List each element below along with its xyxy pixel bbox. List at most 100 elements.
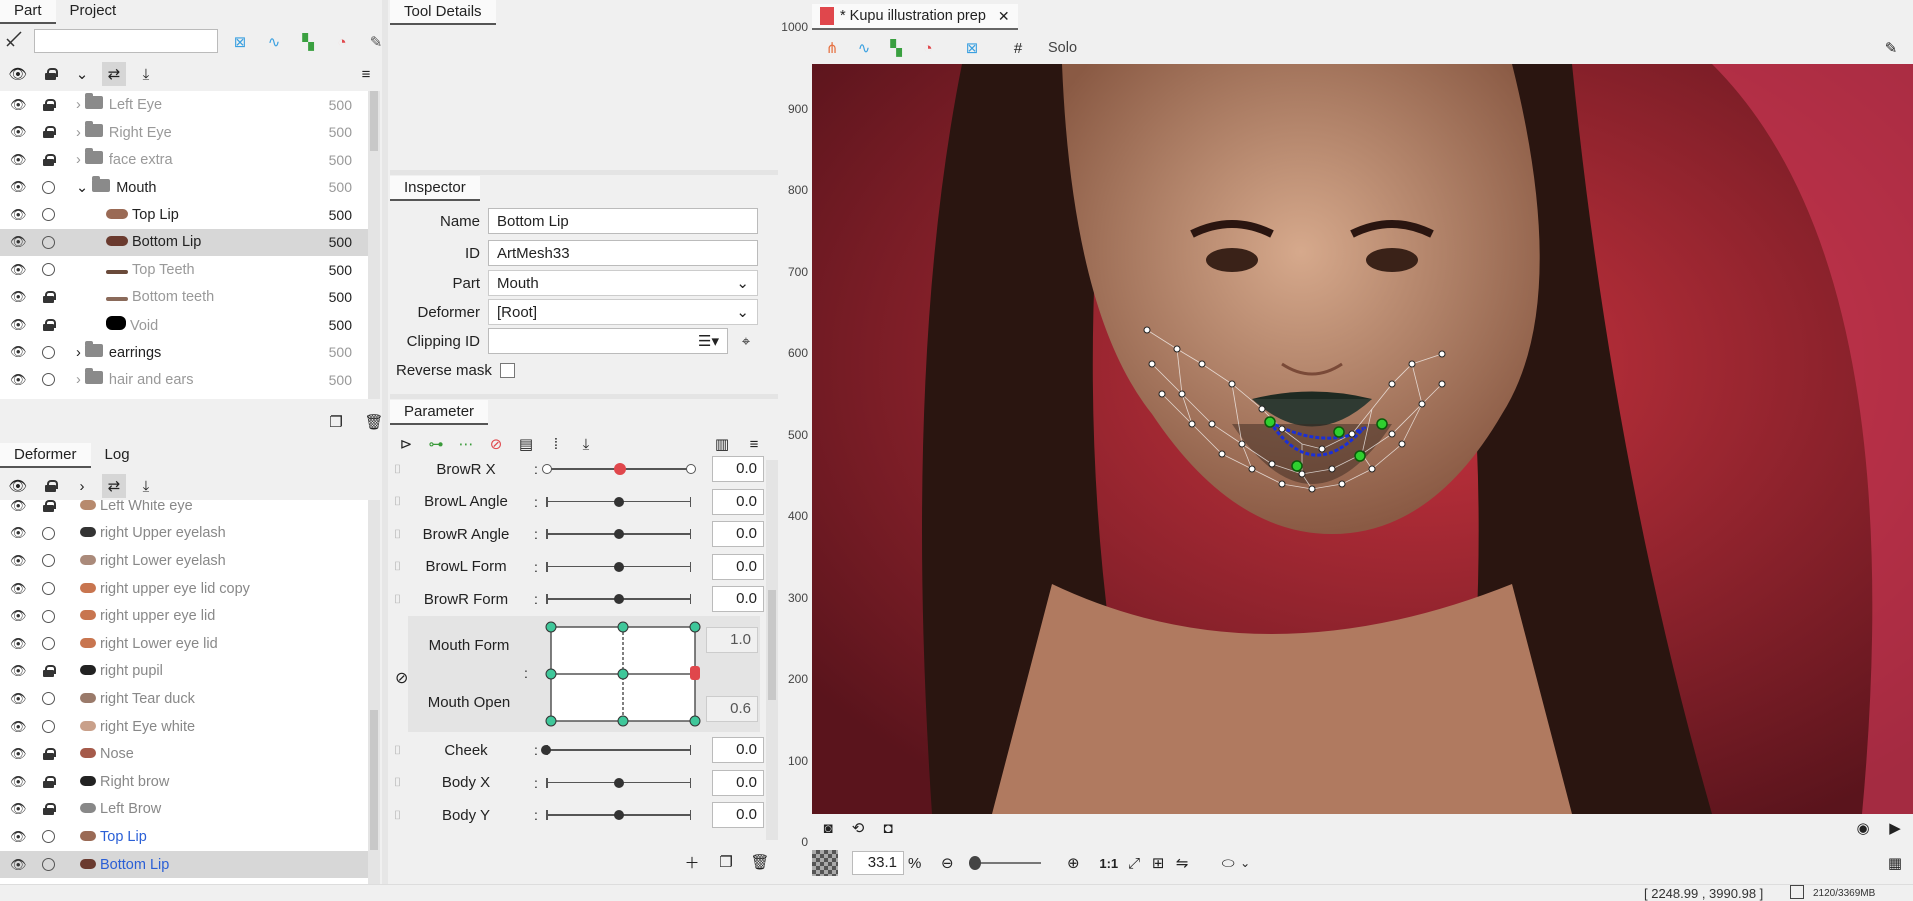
- frame-icon[interactable]: ⊞: [1146, 851, 1170, 875]
- eye-icon[interactable]: 👁: [10, 663, 27, 679]
- tab-deformer[interactable]: Deformer: [0, 443, 91, 468]
- layout-icon[interactable]: ▦: [1883, 851, 1907, 875]
- reverse-mask-checkbox[interactable]: [499, 363, 515, 378]
- chevron-right-icon[interactable]: ›: [76, 345, 81, 361]
- parameter-slider[interactable]: [546, 495, 691, 509]
- eye-icon[interactable]: 👁: [10, 372, 27, 388]
- curve-icon[interactable]: ∿: [852, 36, 876, 60]
- duplicate-icon[interactable]: ❐: [714, 850, 738, 874]
- list-item[interactable]: 👁 Void 500: [0, 311, 368, 339]
- curve-icon[interactable]: ∿: [262, 30, 286, 54]
- deformer-list-item[interactable]: 👁 Bottom Lip: [0, 850, 368, 879]
- eye-icon[interactable]: 👁: [10, 801, 27, 817]
- link-icon[interactable]: ⌷: [394, 559, 406, 574]
- mesh-overlay[interactable]: [812, 64, 1913, 814]
- eye-icon[interactable]: 👁: [10, 317, 27, 333]
- lock-icon[interactable]: [43, 319, 55, 331]
- zoom-slider[interactable]: [969, 856, 1042, 870]
- tab-log[interactable]: Log: [91, 443, 144, 468]
- tab-parameter[interactable]: Parameter: [390, 400, 489, 425]
- eye-icon[interactable]: 👁: [10, 207, 27, 223]
- deformer-list-item[interactable]: 👁 Left White eye: [0, 500, 368, 520]
- camera-icon[interactable]: ◙: [816, 816, 840, 840]
- unlock-circle-icon[interactable]: [42, 858, 55, 872]
- deformer-list-item[interactable]: 👁 right Eye white: [0, 713, 368, 741]
- tab-part[interactable]: Part: [0, 0, 56, 24]
- lock-icon[interactable]: [38, 62, 62, 86]
- lock-icon[interactable]: [43, 500, 55, 512]
- zoom-in-icon[interactable]: ⊕: [1061, 851, 1085, 875]
- link-icon[interactable]: ⌷: [394, 462, 406, 477]
- list-item[interactable]: 👁 Top Lip 500: [0, 201, 368, 229]
- actual-size-button[interactable]: 1:1: [1099, 856, 1118, 871]
- parameter-value[interactable]: 0.0: [712, 488, 764, 515]
- lock-icon[interactable]: [43, 154, 55, 166]
- unlock-circle-icon[interactable]: [42, 345, 55, 359]
- eye-icon[interactable]: 👁: [10, 636, 27, 652]
- lock-icon[interactable]: [43, 803, 55, 815]
- deformer-list-item[interactable]: 👁 right Tear duck: [0, 685, 368, 713]
- eye-icon[interactable]: 👁: [10, 179, 27, 195]
- checker-background-icon[interactable]: [812, 850, 838, 876]
- lock-icon[interactable]: [43, 776, 55, 788]
- unlock-circle-icon[interactable]: [42, 373, 55, 387]
- eye-icon[interactable]: 👁: [10, 262, 27, 278]
- export-icon[interactable]: ⤓: [134, 62, 158, 86]
- eye-icon[interactable]: 👁: [10, 857, 27, 873]
- mesh-icon[interactable]: ⊠: [960, 36, 984, 60]
- solo-toggle[interactable]: Solo: [1048, 40, 1077, 56]
- parameter-value[interactable]: 0.0: [712, 769, 764, 796]
- list-dropdown-icon[interactable]: ☰▾: [698, 332, 719, 350]
- bone-icon[interactable]: ⋔: [820, 36, 844, 60]
- deformer-list-item[interactable]: 👁 right upper eye lid copy: [0, 575, 368, 603]
- chevron-right-icon[interactable]: ›: [76, 125, 81, 141]
- parameter-value[interactable]: 0.0: [712, 802, 764, 828]
- tab-project[interactable]: Project: [56, 0, 131, 24]
- deformer-list-item[interactable]: 👁 Right brow: [0, 768, 368, 796]
- chevron-down-icon[interactable]: ⌄: [1240, 856, 1250, 870]
- id-input[interactable]: ArtMesh33: [488, 240, 758, 266]
- deformer-list-item[interactable]: 👁 right Lower eyelash: [0, 547, 368, 575]
- chevron-down-icon[interactable]: ⌄: [76, 180, 88, 196]
- record-icon[interactable]: ◉: [1851, 816, 1875, 840]
- mouth-form-value[interactable]: 1.0: [706, 627, 758, 653]
- parameter-slider[interactable]: [546, 776, 691, 790]
- eye-icon[interactable]: 👁: [10, 581, 27, 597]
- grid-icon[interactable]: #: [1006, 36, 1030, 60]
- parameter-slider[interactable]: [546, 592, 691, 606]
- duplicate-icon[interactable]: ❐: [324, 410, 348, 434]
- close-tab-icon[interactable]: ✕: [998, 8, 1010, 25]
- column-splitter[interactable]: [382, 0, 388, 884]
- pen-erase-icon[interactable]: [4, 29, 24, 49]
- link-icon[interactable]: ⌷: [394, 494, 406, 509]
- part-list-scrollbar[interactable]: [368, 91, 380, 399]
- tab-inspector[interactable]: Inspector: [390, 176, 480, 201]
- parameter-slider[interactable]: [546, 560, 691, 574]
- warp-icon[interactable]: ▚: [884, 36, 908, 60]
- parameter-value[interactable]: 0.0: [712, 456, 764, 482]
- crosshair-icon[interactable]: ⌖: [734, 329, 758, 353]
- parameter-slider[interactable]: [546, 527, 691, 541]
- fit-screen-icon[interactable]: ⤢: [1122, 851, 1146, 875]
- parameter-value[interactable]: 0.0: [712, 586, 764, 612]
- splitter[interactable]: [390, 394, 778, 399]
- deformer-list-item[interactable]: 👁 Top Lip: [0, 823, 368, 851]
- eye-icon[interactable]: 👁: [10, 289, 27, 305]
- lock-icon[interactable]: [38, 474, 62, 498]
- visibility-eye-icon[interactable]: 👁: [6, 474, 30, 498]
- list-item[interactable]: 👁 › earrings 500: [0, 339, 368, 367]
- expand-right-icon[interactable]: ›: [70, 474, 94, 498]
- deformer-list-item[interactable]: 👁 Left Brow: [0, 796, 368, 824]
- play-icon[interactable]: ▶: [1883, 816, 1907, 840]
- clipping-id-input[interactable]: ☰▾: [488, 328, 728, 354]
- deformer-list-scrollbar[interactable]: [368, 500, 380, 885]
- parameter-slider[interactable]: [541, 743, 691, 757]
- eye-icon[interactable]: 👁: [10, 719, 27, 735]
- visibility-eye-icon[interactable]: 👁: [6, 62, 30, 86]
- unlock-circle-icon[interactable]: [42, 180, 55, 194]
- eye-icon[interactable]: 👁: [10, 344, 27, 360]
- unlock-circle-icon[interactable]: [42, 720, 55, 734]
- eye-icon[interactable]: 👁: [10, 553, 27, 569]
- swap-icon[interactable]: ⇄: [102, 474, 126, 498]
- link-icon[interactable]: ⌷: [394, 527, 406, 542]
